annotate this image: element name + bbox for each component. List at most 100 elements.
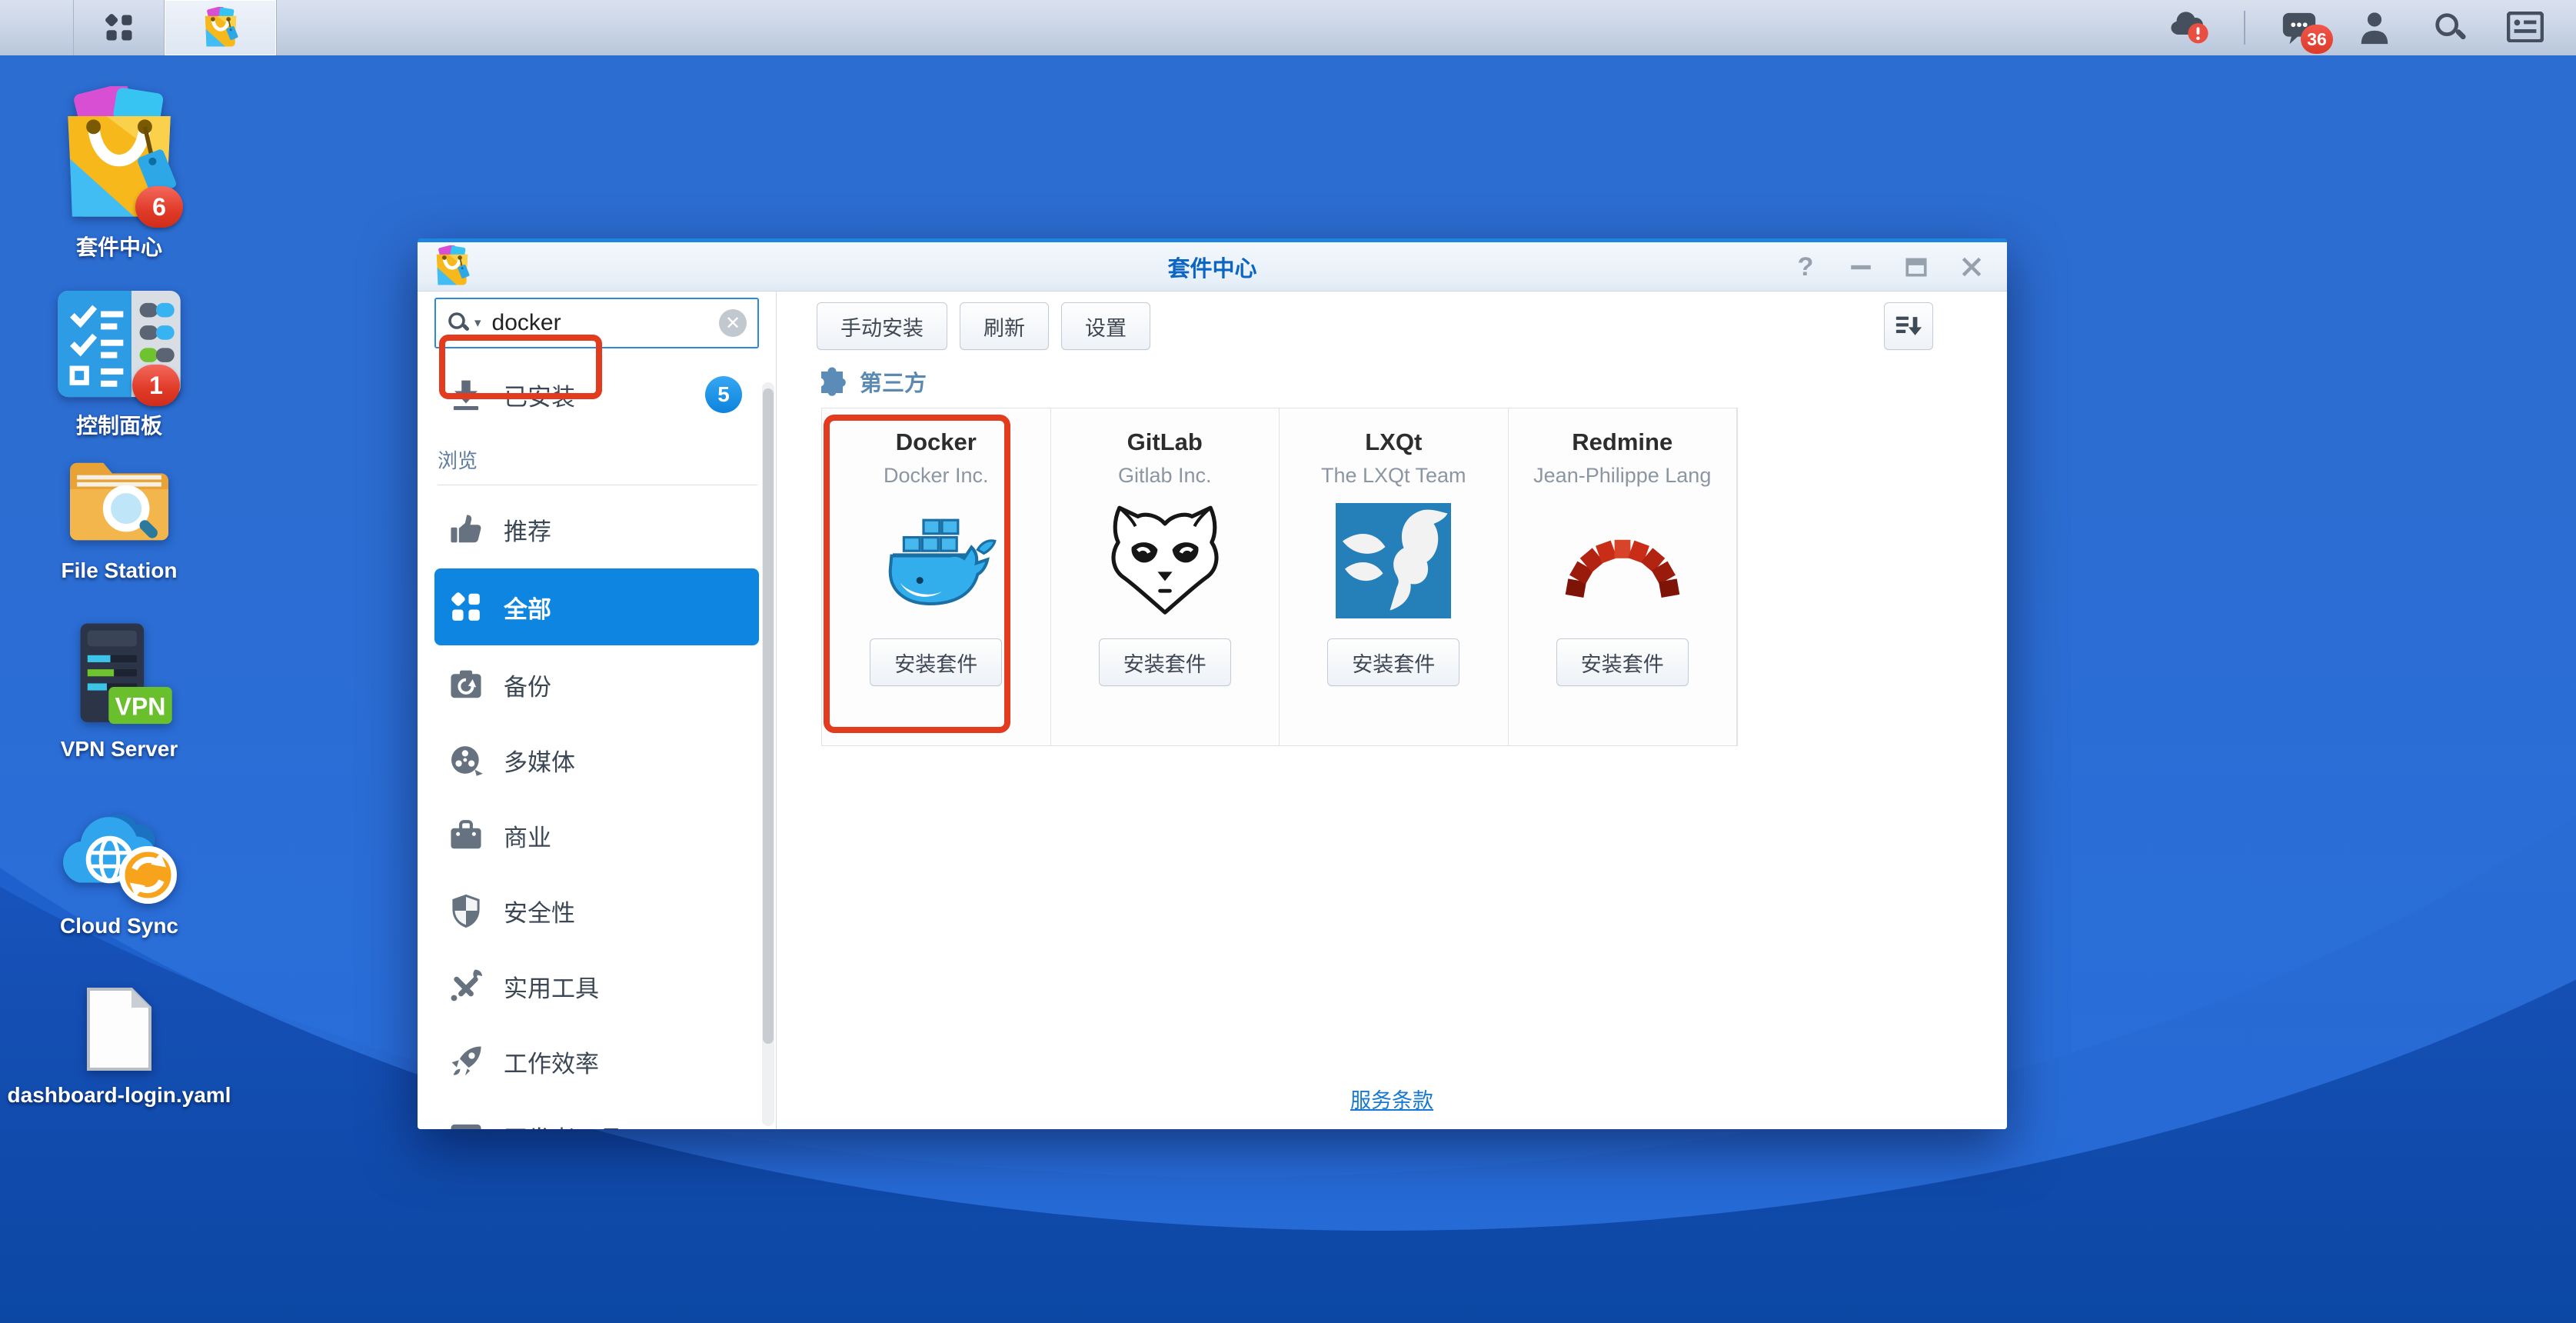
taskbar-package-center-tab[interactable]: [165, 0, 277, 55]
notification-badge: 1: [132, 365, 180, 406]
close-button[interactable]: [1956, 252, 1987, 282]
main-content: 手动安装 刷新 设置 第三方 Docker Docker Inc. 安装套件 G…: [777, 292, 2007, 1129]
search-button[interactable]: [2428, 6, 2471, 49]
toolbar-button[interactable]: 设置: [1061, 302, 1150, 350]
desktop-icon[interactable]: dashboard-login.yaml: [8, 983, 231, 1108]
sidebar-category-item[interactable]: 全部: [434, 568, 759, 645]
package-publisher: Gitlab Inc.: [1117, 464, 1212, 487]
grid-icon: [448, 589, 484, 625]
desktop-icon[interactable]: 6 套件中心: [8, 83, 231, 262]
toolbar-button[interactable]: 手动安装: [817, 302, 947, 350]
sidebar-category-item[interactable]: 开发者工具: [418, 1099, 776, 1129]
desktop-icon-image: [77, 983, 161, 1075]
lxqt-icon: [1332, 503, 1455, 618]
desktop-icon-label: 套件中心: [75, 235, 162, 259]
sort-button[interactable]: [1884, 302, 1933, 350]
package-center-icon: [431, 244, 473, 287]
package-publisher: Docker Inc.: [883, 464, 989, 487]
pilot-view-button[interactable]: [2504, 6, 2547, 49]
maximize-icon: [1905, 258, 1927, 277]
section-title: 第三方: [860, 372, 927, 396]
search-icon: [2432, 10, 2468, 45]
thumb-icon: [448, 512, 484, 547]
desktop-icon-label: dashboard-login.yaml: [7, 1083, 231, 1107]
taskbar-show-desktop-button[interactable]: [0, 0, 74, 55]
system-health-button[interactable]: [2168, 6, 2212, 49]
sidebar-category-item[interactable]: 实用工具: [418, 948, 776, 1024]
category-list: 推荐 全部 备份 多媒体 商业 安全性 实用工具 工作效率: [418, 492, 776, 1129]
desktop-icon-image: [58, 801, 181, 906]
install-package-button[interactable]: 安装套件: [1098, 638, 1231, 686]
package-logo: [1332, 488, 1455, 634]
sidebar-category-item[interactable]: 推荐: [418, 492, 776, 567]
installed-icon: [448, 377, 484, 412]
terminal-icon: [448, 1119, 484, 1129]
scrollbar-thumb[interactable]: [763, 388, 774, 1044]
category-label: 开发者工具: [504, 1120, 623, 1130]
notification-badge: 6: [135, 186, 183, 228]
desktop-icon[interactable]: Cloud Sync: [8, 801, 231, 938]
sidebar-category-item[interactable]: 工作效率: [418, 1024, 776, 1099]
desktop-icon-label: 控制面板: [75, 414, 162, 438]
window-titlebar[interactable]: 套件中心 ?: [418, 242, 2007, 292]
installed-label: 已安装: [504, 383, 575, 411]
svg-text:VPN: VPN: [115, 693, 166, 721]
rocket-icon: [448, 1044, 484, 1079]
clear-search-button[interactable]: ✕: [719, 309, 747, 337]
install-package-button[interactable]: 安装套件: [1556, 638, 1689, 686]
sidebar-item-installed[interactable]: 已安装 5: [418, 370, 776, 419]
package-center-icon: [200, 7, 241, 48]
package-logo: [1103, 488, 1226, 634]
desktop-icon[interactable]: VPN VPN Server: [8, 620, 231, 761]
sidebar-category-item[interactable]: 备份: [418, 647, 776, 722]
desktop-screen: 36 6 套件中心 1 控制面板 File Station VPN VPN Se…: [0, 0, 2576, 1323]
package-name: Docker: [895, 428, 977, 455]
minimize-icon: [1851, 265, 1871, 270]
desktop-icon-image: 6: [51, 83, 188, 228]
package-card[interactable]: LXQt The LXQt Team 安装套件: [1280, 408, 1509, 745]
installed-count-badge: 5: [705, 376, 742, 413]
cloud-sync-icon: [58, 801, 181, 906]
help-button[interactable]: ?: [1790, 252, 1821, 282]
desktop-icon-image: [62, 452, 177, 551]
desktop-icon-image: 1: [54, 286, 185, 406]
package-card[interactable]: GitLab Gitlab Inc. 安装套件: [1051, 408, 1280, 745]
sort-icon: [1894, 313, 1923, 339]
chevron-down-icon[interactable]: ▾: [474, 315, 481, 331]
package-card[interactable]: Redmine Jean-Philippe Lang 安装套件: [1509, 408, 1737, 745]
user-options-button[interactable]: [2353, 6, 2396, 49]
toolbar-button[interactable]: 刷新: [960, 302, 1049, 350]
notifications-button[interactable]: 36: [2278, 6, 2333, 54]
category-label: 实用工具: [504, 975, 599, 1002]
sidebar-category-item[interactable]: 安全性: [418, 873, 776, 948]
terms-of-service-link[interactable]: 服务条款: [1350, 1089, 1433, 1112]
desktop-icon[interactable]: 1 控制面板: [8, 286, 231, 440]
window-controls: ?: [1790, 242, 1987, 292]
sidebar-scrollbar[interactable]: [762, 382, 774, 1126]
taskbar-divider: [2244, 11, 2245, 45]
install-package-button[interactable]: 安装套件: [870, 638, 1003, 686]
category-label: 推荐: [504, 518, 551, 545]
taskbar-status-area: 36: [2168, 0, 2576, 55]
vpn-server-icon: VPN: [62, 620, 177, 729]
main-menu-button[interactable]: [74, 0, 165, 55]
maximize-button[interactable]: [1901, 252, 1932, 282]
section-header: 第三方: [817, 365, 927, 398]
desktop-icon[interactable]: File Station: [8, 452, 231, 583]
person-icon: [2357, 10, 2392, 45]
package-publisher: The LXQt Team: [1320, 464, 1466, 487]
package-card[interactable]: Docker Docker Inc. 安装套件: [822, 408, 1051, 745]
minimize-button[interactable]: [1845, 252, 1876, 282]
cloud-alert-icon: [2168, 8, 2212, 48]
category-label: 全部: [504, 595, 551, 623]
package-name: LXQt: [1365, 428, 1423, 455]
install-package-button[interactable]: 安装套件: [1327, 638, 1460, 686]
backup-icon: [448, 667, 484, 702]
docker-icon: [874, 503, 997, 618]
sidebar-category-item[interactable]: 多媒体: [418, 722, 776, 798]
file-station-icon: [62, 452, 177, 551]
sidebar-category-item[interactable]: 商业: [418, 798, 776, 873]
tools-icon: [448, 968, 484, 1004]
desktop-icon-image: VPN: [62, 620, 177, 729]
search-input[interactable]: [491, 310, 719, 336]
